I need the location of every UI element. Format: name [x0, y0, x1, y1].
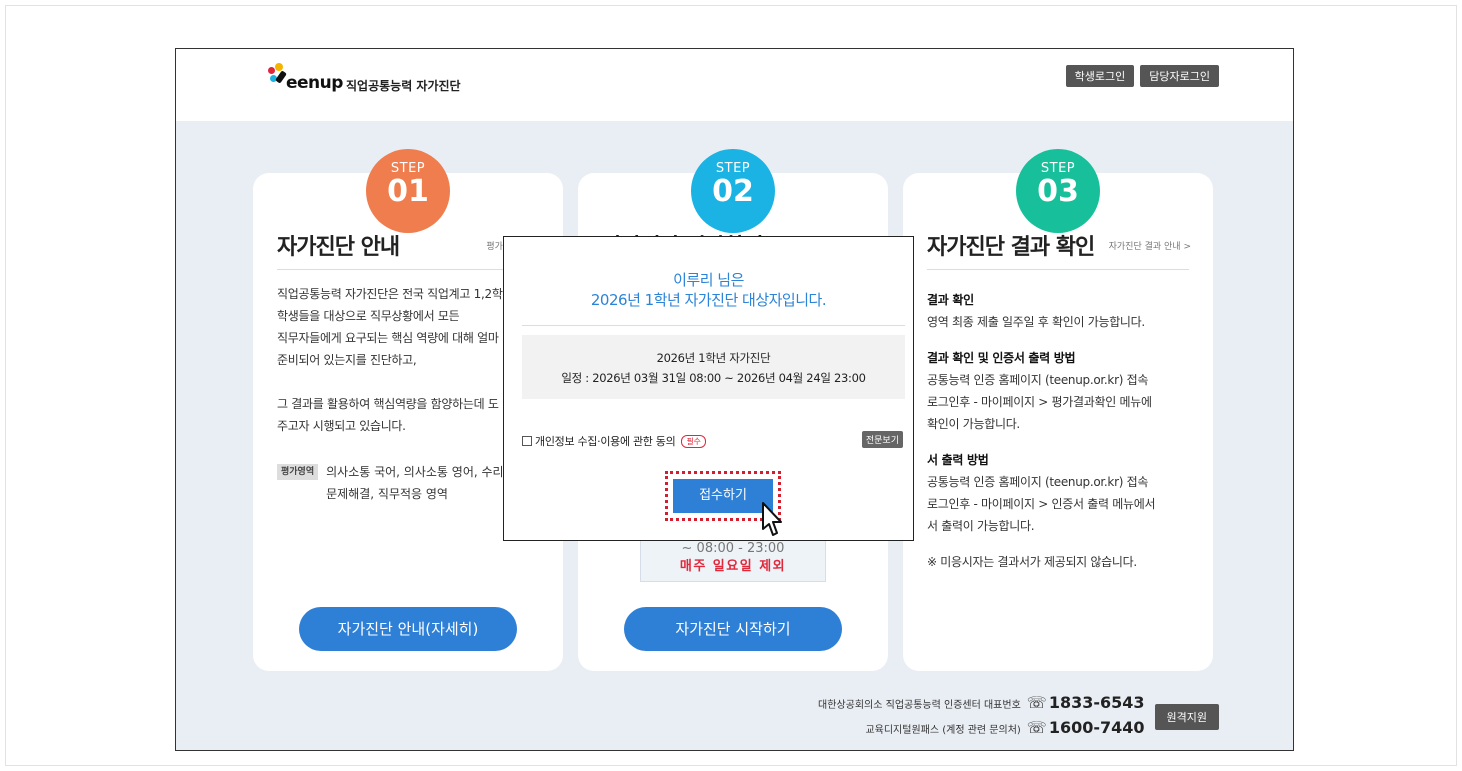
card-title: 자가진단 안내: [277, 235, 400, 260]
divider: [927, 269, 1189, 270]
step-badge-02: STEP 02: [691, 149, 775, 233]
start-diagnosis-button[interactable]: 자가진단 시작하기: [624, 607, 842, 651]
phone-number: 1600-7440: [1048, 718, 1145, 737]
step-badge-01: STEP 01: [366, 149, 450, 233]
mouse-cursor-icon: [762, 502, 782, 536]
contact-label: 대한상공회의소 직업공통능력 인증센터 대표번호: [818, 700, 1021, 711]
schedule-time: ~ 08:00 - 23:00: [681, 541, 785, 556]
section-text: 공통능력 인증 홈페이지 (teenup.or.kr) 접속: [927, 475, 1149, 489]
header: eenup 직업공통능력 자가진단 학생로그인 담당자로그인: [176, 49, 1293, 121]
step-number: 02: [712, 174, 754, 209]
sunday-excluded: 매주 일요일 제외: [679, 559, 787, 574]
assessment-area: 평가영역 의사소통 국어, 의사소통 영어, 수리 문제해결, 직무적응 영역: [277, 461, 504, 505]
modal-title: 이루리 님은 2026년 1학년 자가진단 대상자입니다.: [504, 270, 913, 310]
footer: 대한상공회의소 직업공통능력 인증센터 대표번호 ☏ 1833-6543 교육디지털…: [818, 692, 1219, 742]
phone-icon: ☏: [1026, 693, 1047, 712]
area-badge: 평가영역: [277, 464, 319, 480]
guide-detail-button[interactable]: 자가진단 안내(자세히): [299, 607, 517, 651]
section-text: 공통능력 인증 홈페이지 (teenup.or.kr) 접속: [927, 373, 1149, 387]
consent-label[interactable]: 개인정보 수집·이용에 관한 동의: [535, 433, 676, 449]
result-description: 결과 확인 영역 최종 제출 일주일 후 확인이 가능합니다. 결과 확인 및 …: [927, 283, 1156, 573]
section-text: 확인이 가능합니다.: [927, 417, 1020, 431]
section-heading: 서 출력 방법: [927, 453, 989, 467]
section-heading: 결과 확인 및 인증서 출력 방법: [927, 351, 1076, 365]
schedule-box: ~ 08:00 - 23:00 매주 일요일 제외: [640, 538, 826, 582]
student-login-button[interactable]: 학생로그인: [1065, 65, 1135, 87]
step-number: 01: [387, 174, 429, 209]
section-text: 영역 최종 제출 일주일 후 확인이 가능합니다.: [927, 315, 1145, 329]
contact-info: 대한상공회의소 직업공통능력 인증센터 대표번호 ☏ 1833-6543 교육디지털…: [818, 692, 1144, 742]
view-full-text-button[interactable]: 전문보기: [861, 431, 903, 448]
required-badge: 필수: [681, 434, 706, 448]
consent-row: 개인정보 수집·이용에 관한 동의 필수: [522, 433, 706, 449]
card-result: STEP 03 자가진단 결과 확인 자가진단 결과 안내 > 결과 확인 영역…: [903, 149, 1213, 671]
phone-icon: ☏: [1026, 718, 1047, 737]
logo-dots-icon: [268, 63, 288, 84]
section-heading: 결과 확인: [927, 293, 974, 307]
step-number: 03: [1037, 174, 1079, 209]
section-text: 서 출력이 가능합니다.: [927, 519, 1035, 533]
area-text: 의사소통 국어, 의사소통 영어, 수리: [326, 465, 504, 479]
section-text: 로그인후 - 마이페이지 > 인증서 출력 메뉴에서: [927, 497, 1156, 511]
modal-title-target: 2026년 1학년 자가진단 대상자입니다.: [590, 291, 827, 309]
consent-checkbox[interactable]: [522, 436, 532, 446]
logo-subtitle: 직업공통능력 자가진단: [346, 79, 461, 93]
login-buttons: 학생로그인 담당자로그인: [1065, 65, 1219, 87]
logo[interactable]: eenup 직업공통능력 자가진단: [268, 63, 528, 97]
registration-modal: 이루리 님은 2026년 1학년 자가진단 대상자입니다. 2026년 1학년 …: [503, 236, 914, 541]
area-text: 문제해결, 직무적응 영역: [326, 487, 448, 501]
result-note: ※ 미응시자는 결과서가 제공되지 않습니다.: [927, 555, 1137, 569]
step-badge-03: STEP 03: [1016, 149, 1100, 233]
divider: [522, 325, 905, 326]
schedule-info: 2026년 1학년 자가진단 일정 : 2026년 03월 31일 08:00 …: [522, 335, 905, 399]
result-guide-link[interactable]: 자가진단 결과 안내 >: [1109, 239, 1191, 252]
page-outer: eenup 직업공통능력 자가진단 학생로그인 담당자로그인 STEP 01 자…: [5, 5, 1457, 766]
modal-title-name: 이루리 님은: [673, 271, 744, 289]
card-title: 자가진단 결과 확인: [927, 235, 1095, 260]
manager-login-button[interactable]: 담당자로그인: [1140, 65, 1219, 87]
remote-support-button[interactable]: 원격지원: [1154, 704, 1219, 730]
contact-label: 교육디지털원패스 (계정 관련 문의처): [865, 725, 1021, 736]
logo-wordmark: eenup: [286, 73, 343, 93]
section-text: 로그인후 - 마이페이지 > 평가결과확인 메뉴에: [927, 395, 1152, 409]
schedule-name: 2026년 1학년 자가진단: [656, 351, 771, 365]
schedule-dates: 일정 : 2026년 03월 31일 08:00 ~ 2026년 04월 24일…: [561, 371, 866, 385]
phone-number: 1833-6543: [1048, 693, 1145, 712]
divider: [277, 269, 539, 270]
